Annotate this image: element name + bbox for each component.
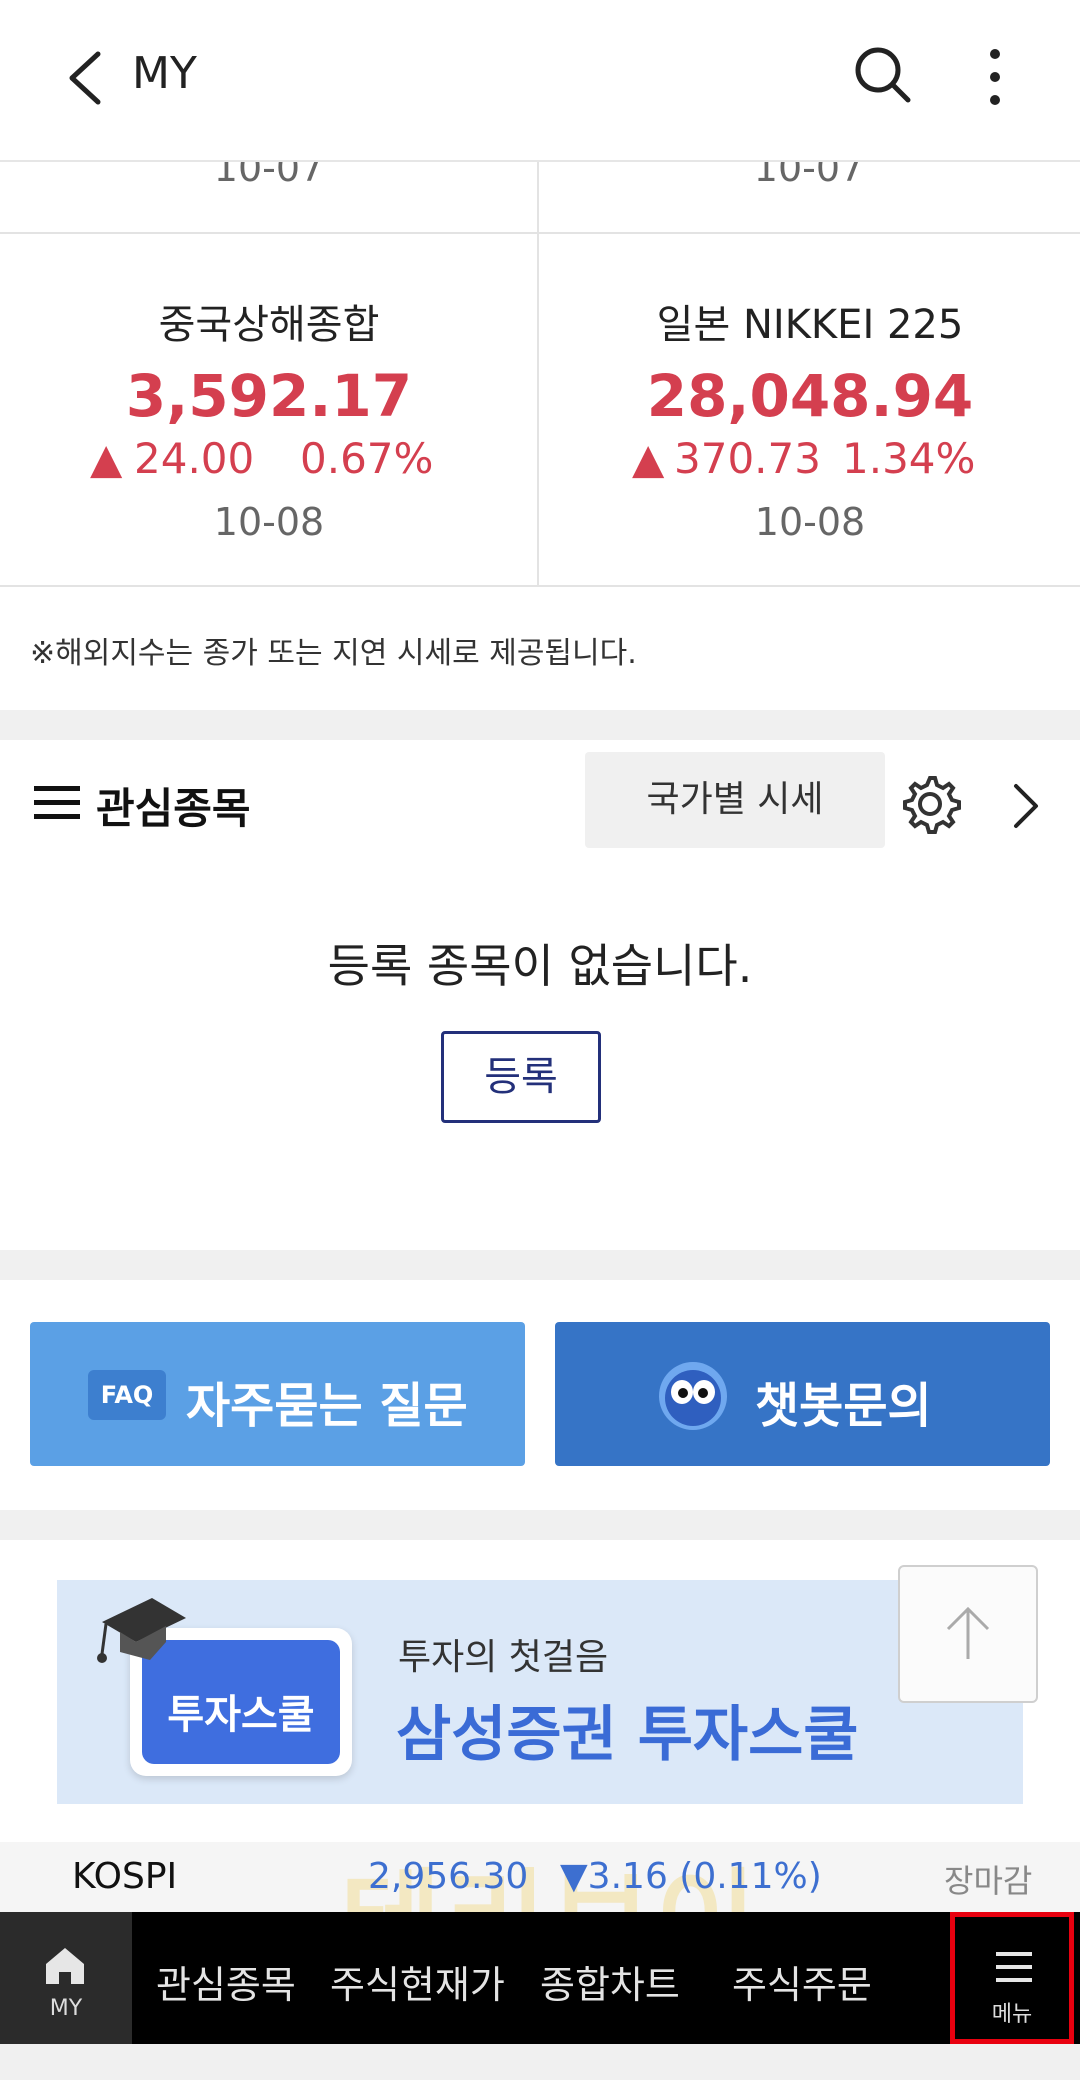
up-triangle-icon: ▲ <box>632 434 665 483</box>
index-value: 28,048.94 <box>646 362 974 430</box>
ticker-name: KOSPI <box>72 1856 178 1897</box>
index-date: 10-08 <box>754 500 866 544</box>
index-date: 10-08 <box>213 500 325 544</box>
chatbot-label: 챗봇문의 <box>755 1378 932 1434</box>
gear-icon[interactable] <box>898 772 962 836</box>
index-change: 24.00 <box>134 434 255 483</box>
chevron-right-icon[interactable] <box>1008 780 1042 832</box>
chatbot-avatar-icon <box>659 1362 727 1430</box>
graduation-cap-icon <box>97 1598 186 1663</box>
empty-watchlist-message: 등록 종목이 없습니다. <box>327 939 753 993</box>
index-percent: 1.34% <box>842 434 976 483</box>
home-label: MY <box>49 1996 83 2021</box>
page-title: MY <box>132 48 197 99</box>
section-gap <box>0 1250 1080 1280</box>
index-change: 370.73 <box>674 434 821 483</box>
faq-label: 자주묻는 질문 <box>186 1378 468 1434</box>
index-percent: 0.67% <box>300 434 434 483</box>
index-card-nikkei[interactable]: 일본 NIKKEI 225 28,048.94 ▲ 370.73 1.34% 1… <box>540 234 1078 584</box>
system-bar-gap <box>0 2044 1080 2080</box>
country-quotes-button[interactable]: 국가별 시세 <box>585 752 885 848</box>
menu-label: 메뉴 <box>991 2002 1033 2027</box>
nav-stock-price[interactable]: 주식현재가 <box>330 1954 505 2009</box>
faq-button[interactable]: FAQ 자주묻는 질문 <box>30 1322 525 1466</box>
nav-watchlist[interactable]: 관심종목 <box>156 1954 296 2009</box>
watchlist-title: 관심종목 <box>96 784 251 833</box>
divider <box>0 585 1080 587</box>
section-gap <box>0 710 1080 740</box>
index-value: 3,592.17 <box>125 362 413 430</box>
section-gap <box>0 1510 1080 1540</box>
hamburger-menu-icon <box>996 1952 1032 1982</box>
index-name: 중국상해종합 <box>158 302 380 348</box>
ticker-value: 2,956.30 <box>368 1856 529 1897</box>
delay-notice: ※해외지수는 종가 또는 지연 시세로 제공됩니다. <box>30 636 637 671</box>
index-card-shanghai[interactable]: 중국상해종합 3,592.17 ▲ 24.00 0.67% 10-08 <box>0 234 538 584</box>
up-triangle-icon: ▲ <box>90 434 123 483</box>
register-button[interactable]: 등록 <box>441 1031 601 1123</box>
home-icon <box>46 1948 84 1984</box>
market-status: 장마감 <box>944 1862 1033 1900</box>
back-arrow-icon[interactable] <box>62 48 108 108</box>
ticker-change: ▼3.16 (0.11%) <box>560 1856 822 1897</box>
index-name: 일본 NIKKEI 225 <box>656 302 964 348</box>
banner-title: 삼성증권 투자스쿨 <box>396 1700 859 1770</box>
banner-subtitle: 투자의 첫걸음 <box>398 1637 609 1678</box>
scroll-top-button[interactable] <box>898 1565 1038 1703</box>
arrow-up-icon <box>946 1606 990 1659</box>
more-options-icon[interactable] <box>975 44 1015 110</box>
list-menu-icon[interactable] <box>34 784 80 822</box>
search-icon[interactable] <box>852 44 914 106</box>
nav-order[interactable]: 주식주문 <box>732 1954 872 2009</box>
faq-badge-icon: FAQ <box>88 1370 166 1420</box>
nav-chart[interactable]: 종합차트 <box>540 1954 680 2009</box>
chatbot-button[interactable]: 챗봇문의 <box>555 1322 1050 1466</box>
